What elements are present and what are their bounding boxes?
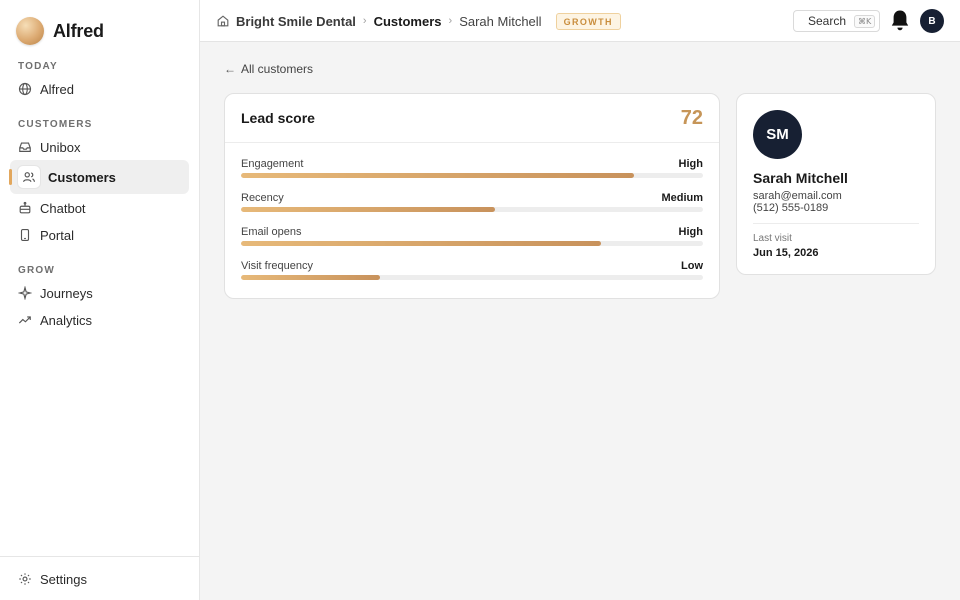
sidebar-item-journeys[interactable]: Journeys	[10, 280, 189, 306]
metric-visit-frequency: Visit frequency Low	[241, 260, 703, 280]
metric-level: High	[678, 226, 703, 238]
customer-phone[interactable]: (512) 555-0189	[753, 202, 828, 214]
lead-score-header: Lead score 72	[225, 94, 719, 143]
gear-icon	[18, 572, 32, 586]
arrow-left-icon: ←	[224, 62, 236, 76]
sidebar-item-label: Alfred	[40, 81, 74, 97]
metric-level: Low	[681, 260, 703, 272]
trend-icon	[18, 313, 32, 327]
metric-fill	[241, 275, 380, 280]
customer-avatar: SM	[753, 110, 802, 159]
divider	[753, 223, 919, 224]
globe-icon	[18, 82, 32, 96]
customer-email[interactable]: sarah@email.com	[753, 190, 842, 202]
metric-fill	[241, 207, 496, 212]
brand-name: Alfred	[53, 20, 104, 41]
sidebar-item-label: Settings	[40, 571, 87, 587]
lead-score-card: Lead score 72 Engagement High Recency Medi…	[224, 93, 720, 299]
users-icon-box	[18, 166, 40, 188]
home-icon[interactable]	[216, 14, 230, 28]
metric-name: Visit frequency	[241, 260, 313, 272]
sidebar-item-label: Unibox	[40, 139, 81, 155]
back-link[interactable]: ← All customers	[224, 62, 313, 76]
search-label: Search	[808, 14, 847, 28]
metric-recency: Recency Medium	[241, 192, 703, 212]
bell-icon[interactable]	[889, 8, 911, 32]
plan-badge: GROWTH	[555, 12, 621, 30]
breadcrumb-practice[interactable]: Bright Smile Dental	[236, 14, 356, 29]
breadcrumb-current: Sarah Mitchell	[459, 13, 542, 29]
sidebar-item-label: Chatbot	[40, 200, 86, 216]
sidebar-item-analytics[interactable]: Analytics	[10, 307, 189, 333]
search-button[interactable]: Search ⌘K	[793, 10, 880, 32]
sidebar-item-label: Customers	[48, 169, 116, 185]
sidebar-item-unibox[interactable]: Unibox	[10, 134, 189, 160]
metric-track	[241, 207, 703, 212]
phone-icon	[18, 228, 32, 242]
sidebar-item-label: Portal	[40, 227, 74, 243]
search-shortcut: ⌘K	[854, 14, 876, 28]
topbar: Bright Smile Dental › Customers › Sarah …	[200, 0, 960, 42]
metric-fill	[241, 173, 634, 178]
section-label-grow: GROW	[18, 265, 56, 276]
sidebar-item-alfred[interactable]: Alfred	[10, 76, 189, 102]
metric-name: Recency	[241, 192, 284, 204]
metric-level: Medium	[661, 192, 703, 204]
last-visit-date: Jun 15, 2026	[753, 247, 819, 259]
sidebar-item-label: Journeys	[40, 285, 93, 301]
brand[interactable]: Alfred	[16, 17, 104, 45]
inbox-icon	[18, 140, 32, 154]
sidebar-footer: Settings	[0, 556, 199, 600]
bot-icon	[18, 201, 32, 215]
metric-level: High	[678, 158, 703, 170]
last-visit-label: Last visit	[753, 233, 792, 244]
breadcrumb-separator: ›	[448, 15, 453, 27]
sparkle-icon	[18, 286, 32, 300]
brand-logo	[16, 17, 44, 45]
breadcrumb-customers[interactable]: Customers	[374, 14, 442, 29]
sidebar-item-chatbot[interactable]: Chatbot	[10, 195, 189, 221]
breadcrumb: Bright Smile Dental › Customers › Sarah …	[216, 0, 621, 42]
metric-track	[241, 275, 703, 280]
lead-score-title: Lead score	[241, 110, 315, 126]
section-label-customers: CUSTOMERS	[18, 119, 93, 130]
metric-name: Email opens	[241, 226, 302, 238]
metric-track	[241, 173, 703, 178]
customer-name: Sarah Mitchell	[753, 170, 848, 186]
metric-track	[241, 241, 703, 246]
back-link-label: All customers	[241, 62, 314, 76]
sidebar: Alfred TODAY Alfred CUSTOMERS Unibox Cus…	[0, 0, 200, 600]
breadcrumb-separator: ›	[362, 15, 367, 27]
metric-fill	[241, 241, 602, 246]
sidebar-item-label: Analytics	[40, 312, 93, 328]
user-avatar[interactable]: B	[920, 9, 944, 33]
metric-engagement: Engagement High	[241, 158, 703, 178]
users-icon	[22, 170, 36, 184]
customer-profile-card: SM Sarah Mitchell sarah@email.com (512) …	[736, 93, 936, 275]
section-label-today: TODAY	[18, 61, 58, 72]
sidebar-item-customers[interactable]: Customers	[9, 160, 189, 194]
sidebar-item-settings[interactable]: Settings	[10, 566, 189, 592]
metric-name: Engagement	[241, 158, 304, 170]
metric-email-opens: Email opens High	[241, 226, 703, 246]
lead-score-value: 72	[680, 106, 703, 129]
sidebar-item-portal[interactable]: Portal	[10, 222, 189, 248]
